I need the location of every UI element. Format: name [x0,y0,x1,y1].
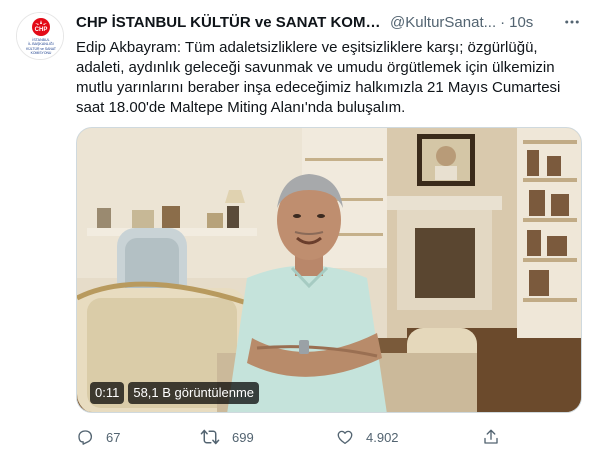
avatar-caption-line: KOMİSYONU [31,50,52,55]
like-button[interactable]: 4.902 [336,426,399,448]
avatar-caption-line: İL BAŞKANLIĞI [28,41,53,46]
more-horizontal-icon [565,20,579,24]
reply-icon [78,430,93,445]
separator-dot: · [500,14,506,31]
chp-logo-icon: CHP İSTANBUL İL BAŞKANLIĞI KÜLTÜR ve SAN… [17,13,63,59]
retweet-button[interactable]: 699 [200,426,254,448]
video-frame [77,128,581,412]
tweet-text-line: Edip Akbayram: Tüm adaletsizliklere ve e… [76,39,538,56]
tweet-header: CHP İSTANBUL KÜLTÜR ve SANAT KOMİS... @K… [76,13,576,33]
video-duration: 0:11 [90,382,125,404]
video-player[interactable] [76,127,582,413]
tweet-text: Edip Akbayram: Tüm adaletsizliklere ve e… [76,38,576,118]
avatar-logo-text: CHP [35,27,48,33]
video-info-badges: 0:11 58,1 B görüntülenme [90,382,260,404]
tweet-timestamp[interactable]: 10s [509,13,533,33]
more-options-button[interactable] [560,10,584,34]
reply-count: 67 [106,429,121,445]
tweet-actions: 67 699 4.902 [76,426,506,448]
tweet-card[interactable]: CHP İSTANBUL İL BAŞKANLIĞI KÜLTÜR ve SAN… [0,0,598,457]
retweet-count: 699 [232,429,254,445]
tweet-text-line: mutlu yarınlarını beraber inşa edeceğimi… [76,79,561,96]
user-handle[interactable]: @KulturSanat... [390,13,496,33]
share-button[interactable] [482,426,500,448]
reply-button[interactable]: 67 [76,426,120,448]
display-name[interactable]: CHP İSTANBUL KÜLTÜR ve SANAT KOMİS... [76,13,384,33]
avatar[interactable]: CHP İSTANBUL İL BAŞKANLIĞI KÜLTÜR ve SAN… [16,12,64,60]
tweet-text-line: adaleti, aydınlık geleceği savunmak ve u… [76,59,555,76]
retweet-icon [200,429,220,445]
tweet-text-line: saat 18.00'de Maltepe Miting Alanı'nda b… [76,99,406,116]
video-views: 58,1 B görüntülenme [128,382,260,404]
share-icon [484,429,498,444]
heart-icon [337,430,353,445]
like-count: 4.902 [366,429,399,445]
